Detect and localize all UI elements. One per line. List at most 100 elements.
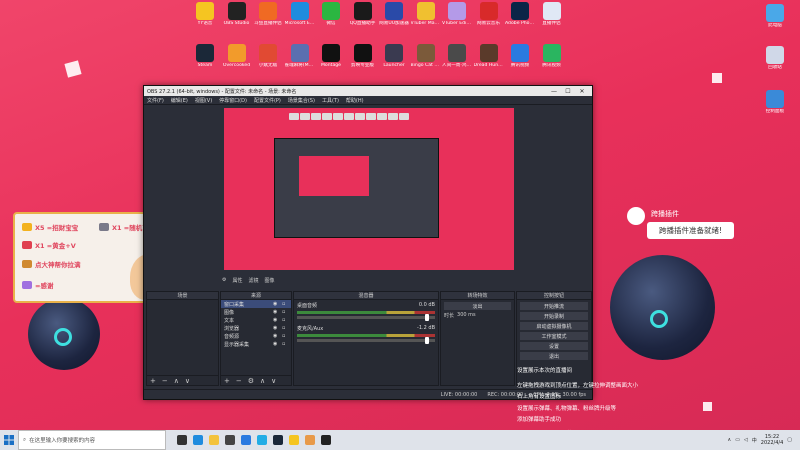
eye-icon[interactable]: ◉ [273,309,282,315]
slider-handle[interactable] [425,337,429,344]
remove-icon[interactable]: − [162,377,168,385]
eye-icon[interactable]: ◉ [273,301,282,307]
desktop-icon[interactable]: 雀魂麻将(Mahjong...) [285,44,315,69]
menu-item[interactable]: 工具(T) [322,97,339,104]
image-button[interactable]: 图像 [265,277,275,284]
obs-preview[interactable] [224,108,514,270]
control-button[interactable]: 工作室模式 [520,332,588,340]
lock-icon[interactable]: ▫ [282,325,291,331]
desktop-icon[interactable]: 网易UU加速器 [379,2,409,27]
file-explorer-icon[interactable] [206,430,222,450]
maximize-button[interactable]: ☐ [561,88,575,95]
desktop-icon[interactable]: VTuber Editor [442,2,472,27]
gear-icon[interactable]: ⚙ [222,277,226,283]
network-icon[interactable]: ▭ [735,437,740,443]
desktop-icon[interactable]: 剪映专业版 [348,44,378,69]
add-icon[interactable]: + [224,377,230,385]
desktop-icon[interactable]: Overcooked [222,44,252,69]
desktop-icon[interactable]: Bingo Cat Mixer - 快... [411,44,441,69]
control-button[interactable]: 开始录制 [520,312,588,320]
clock[interactable]: 15:22 2022/4/4 [761,434,783,446]
source-item[interactable]: 窗口采集 ◉ ▫ [221,300,291,308]
eye-icon[interactable]: ◉ [273,317,282,323]
lock-icon[interactable]: ▫ [282,301,291,307]
desktop-icon[interactable]: Microsoft Edge [285,2,315,27]
desktop-icon[interactable]: 控制面板 [760,90,790,115]
desktop-icon[interactable]: Dread Hunger [474,44,504,69]
down-icon[interactable]: ∨ [271,377,276,385]
bilibili-icon[interactable] [254,430,270,450]
down-icon[interactable]: ∨ [185,377,190,385]
volume-icon[interactable]: ◁ [744,437,748,443]
desktop-icon[interactable]: 腾讯视频 [537,44,567,69]
lock-icon[interactable]: ▫ [282,341,291,347]
source-item[interactable]: 浏览器 ◉ ▫ [221,324,291,332]
lock-icon[interactable]: ▫ [282,309,291,315]
ime-indicator[interactable]: 中 [752,437,757,444]
task-view-icon[interactable] [174,430,190,450]
menu-item[interactable]: 配置文件(P) [254,97,281,104]
notification-icon[interactable]: ▢ [787,437,792,443]
source-item[interactable]: 文本 ◉ ▫ [221,316,291,324]
desktop-icon[interactable]: QQ直播助手 [348,2,378,27]
mail-icon[interactable] [238,430,254,450]
transition-select[interactable]: 淡出 [444,302,511,310]
store-icon[interactable] [222,430,238,450]
slider-handle[interactable] [425,314,429,321]
volume-slider[interactable] [297,314,435,321]
desktop-icon[interactable]: YY语音 [190,2,220,27]
menu-item[interactable]: 帮助(H) [346,97,364,104]
desktop-icon[interactable]: 回收站 [760,46,790,71]
control-button[interactable]: 设置 [520,342,588,350]
desktop-icon[interactable]: 网易云音乐 [474,2,504,27]
menu-item[interactable]: 场景集合(S) [288,97,315,104]
lock-icon[interactable]: ▫ [282,317,291,323]
desktop-icon[interactable]: 直播伴侣 [537,2,567,27]
edge-icon[interactable] [190,430,206,450]
desktop-icon[interactable]: 腾讯视频 [505,44,535,69]
menu-item[interactable]: 编辑(E) [171,97,188,104]
desktop-icon[interactable]: Adobe Photoshop [505,2,535,27]
start-button[interactable] [0,430,18,450]
obs-window[interactable]: OBS 27.2.1 (64-bit, windows) - 配置文件: 未命名… [143,85,593,400]
control-button[interactable]: 启动虚拟摄像机 [520,322,588,330]
eye-icon[interactable]: ◉ [273,325,282,331]
obs-icon[interactable] [318,430,334,450]
desktop-icon[interactable]: VTuber Maker [411,2,441,27]
menu-item[interactable]: 文件(F) [147,97,164,104]
desktop-icon[interactable]: Steam [190,44,220,69]
obs-titlebar[interactable]: OBS 27.2.1 (64-bit, windows) - 配置文件: 未命名… [144,86,592,96]
add-icon[interactable]: + [150,377,156,385]
control-button[interactable]: 退出 [520,352,588,360]
desktop-icon[interactable]: Launcher [379,44,409,69]
up-icon[interactable]: ∧ [174,377,179,385]
remove-icon[interactable]: − [236,377,242,385]
desktop-icon[interactable]: OBS Studio [222,2,252,27]
properties-button[interactable]: 属性 [232,277,242,284]
minimize-button[interactable]: — [547,88,561,95]
lock-icon[interactable]: ▫ [282,333,291,339]
source-item[interactable]: 音频源 ◉ ▫ [221,332,291,340]
desktop-icon[interactable]: Montage [316,44,346,69]
search-box[interactable]: ⌕ 在这里输入你要搜索的内容 [18,430,166,450]
source-item[interactable]: 显示器采集 ◉ ▫ [221,340,291,348]
volume-slider[interactable] [297,337,435,344]
control-button[interactable]: 开始推流 [520,302,588,310]
chevron-up-icon[interactable]: ∧ [728,437,732,443]
app-bear-icon[interactable] [302,430,318,450]
menu-item[interactable]: 停靠窗口(D) [219,97,247,104]
source-item[interactable]: 图像 ◉ ▫ [221,308,291,316]
desktop-icon[interactable]: 斗鱼直播伴侣 [253,2,283,27]
desktop-icon[interactable]: 小斌无敌 [253,44,283,69]
menu-item[interactable]: 视图(V) [195,97,212,104]
desktop-icon[interactable]: 人间一周·鸿 Humen Fa... [442,44,472,69]
desktop-icon[interactable]: 此电脑 [760,4,790,29]
eye-icon[interactable]: ◉ [273,333,282,339]
gear-icon[interactable]: ⚙ [248,377,254,385]
filters-button[interactable]: 滤镜 [249,277,259,284]
yy-icon[interactable] [286,430,302,450]
steam-icon[interactable] [270,430,286,450]
desktop-icon[interactable]: 微信 [316,2,346,27]
close-button[interactable]: ✕ [575,88,589,95]
up-icon[interactable]: ∧ [260,377,265,385]
